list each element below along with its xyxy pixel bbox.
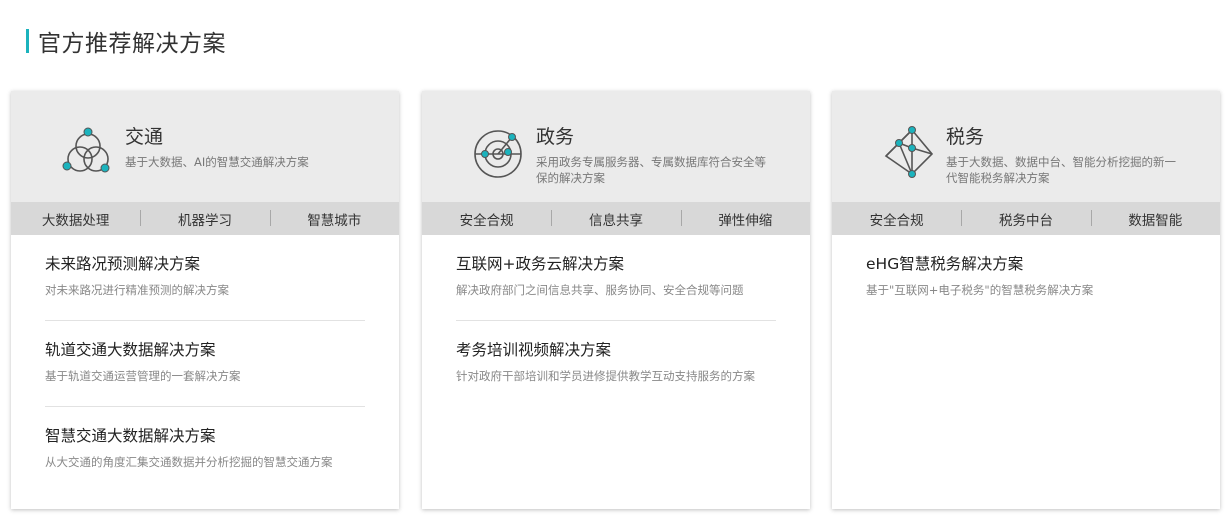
accent-bar [26,29,29,53]
item-description: 基于轨道交通运营管理的一套解决方案 [45,369,241,383]
item-description: 解决政府部门之间信息共享、服务协同、安全合规等问题 [456,283,744,297]
card-header: 政务 采用政务专属服务器、专属数据库符合安全等保的解决方案 [422,91,810,202]
tag-security-compliance[interactable]: 安全合规 [832,209,961,229]
item-title[interactable]: 未来路况预测解决方案 [45,254,365,274]
item-description: 从大交通的角度汇集交通数据并分析挖掘的智慧交通方案 [45,455,333,469]
list-item[interactable]: 未来路况预测解决方案 对未来路况进行精准预测的解决方案 [45,235,365,321]
item-title[interactable]: 考务培训视频解决方案 [456,340,776,360]
tag-machine-learning[interactable]: 机器学习 [140,209,269,229]
tag-bar: 安全合规 税务中台 数据智能 [832,202,1220,235]
item-title[interactable]: 智慧交通大数据解决方案 [45,426,365,446]
list-item[interactable]: 互联网+政务云解决方案 解决政府部门之间信息共享、服务协同、安全合规等问题 [456,235,776,321]
section-title: 官方推荐解决方案 [26,28,226,57]
card-title: 交通 [125,126,164,148]
item-description: 针对政府干部培训和学员进修提供教学互动支持服务的方案 [456,369,755,383]
item-title[interactable]: 互联网+政务云解决方案 [456,254,776,274]
card-description: 基于大数据、AI的智慧交通解决方案 [125,155,309,169]
card-title: 税务 [946,126,985,148]
card-description: 采用政务专属服务器、专属数据库符合安全等保的解决方案 [536,155,766,185]
item-description: 对未来路况进行精准预测的解决方案 [45,283,229,297]
tag-bar: 大数据处理 机器学习 智慧城市 [11,202,399,235]
card-header: 税务 基于大数据、数据中台、智能分析挖掘的新一代智能税务解决方案 [832,91,1220,202]
list-item[interactable]: 智慧交通大数据解决方案 从大交通的角度汇集交通数据并分析挖掘的智慧交通方案 [45,407,365,493]
solution-list: eHG智慧税务解决方案 基于"互联网+电子税务"的智慧税务解决方案 [832,235,1220,321]
solution-list: 互联网+政务云解决方案 解决政府部门之间信息共享、服务协同、安全合规等问题 考务… [422,235,810,407]
item-description: 基于"互联网+电子税务"的智慧税务解决方案 [866,283,1094,297]
card-title: 政务 [536,126,575,148]
tag-bar: 安全合规 信息共享 弹性伸缩 [422,202,810,235]
tag-security-compliance[interactable]: 安全合规 [422,209,551,229]
tag-smart-city[interactable]: 智慧城市 [269,209,399,229]
solution-card-transport[interactable]: 交通 基于大数据、AI的智慧交通解决方案 大数据处理 机器学习 智慧城市 未来路… [11,91,399,509]
tag-information-sharing[interactable]: 信息共享 [551,209,680,229]
tag-elastic-scaling[interactable]: 弹性伸缩 [680,209,810,229]
solution-card-tax[interactable]: 税务 基于大数据、数据中台、智能分析挖掘的新一代智能税务解决方案 安全合规 税务… [832,91,1220,509]
item-title[interactable]: 轨道交通大数据解决方案 [45,340,365,360]
tag-data-intelligence[interactable]: 数据智能 [1090,209,1220,229]
network-graph-icon [884,126,934,178]
list-item[interactable]: eHG智慧税务解决方案 基于"互联网+电子税务"的智慧税务解决方案 [866,235,1186,321]
solution-card-government[interactable]: 政务 采用政务专属服务器、专属数据库符合安全等保的解决方案 安全合规 信息共享 … [422,91,810,509]
list-item[interactable]: 轨道交通大数据解决方案 基于轨道交通运营管理的一套解决方案 [45,321,365,407]
section-title-text: 官方推荐解决方案 [38,31,226,57]
item-title[interactable]: eHG智慧税务解决方案 [866,254,1186,274]
tag-big-data[interactable]: 大数据处理 [11,209,140,229]
radar-icon [474,130,522,178]
solution-list: 未来路况预测解决方案 对未来路况进行精准预测的解决方案 轨道交通大数据解决方案 … [11,235,399,493]
card-description: 基于大数据、数据中台、智能分析挖掘的新一代智能税务解决方案 [946,155,1176,185]
tag-tax-middle-platform[interactable]: 税务中台 [961,209,1090,229]
list-item[interactable]: 考务培训视频解决方案 针对政府干部培训和学员进修提供教学互动支持服务的方案 [456,321,776,407]
card-header: 交通 基于大数据、AI的智慧交通解决方案 [11,91,399,202]
venn-network-icon [62,127,110,173]
